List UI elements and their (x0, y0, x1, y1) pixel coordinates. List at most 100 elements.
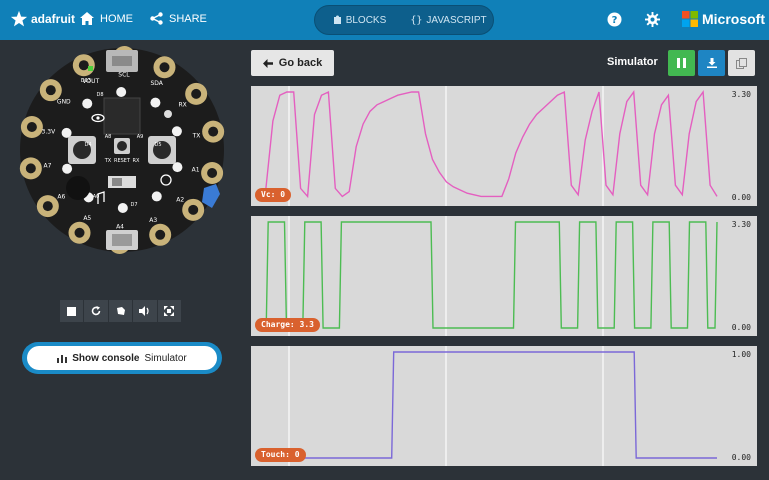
mute-icon (139, 306, 150, 316)
braces-icon: {} (410, 14, 423, 26)
chart-series-line (259, 351, 717, 459)
copy-icon (736, 57, 747, 69)
chart-touch-plot (259, 346, 717, 466)
pin-label: GND (57, 99, 71, 106)
stop-button[interactable] (60, 300, 84, 322)
neopixel-led (151, 191, 162, 202)
blocks-tab[interactable]: BLOCKS (315, 6, 404, 34)
mute-button[interactable] (133, 300, 157, 322)
circuit-playground-board[interactable]: D13D8D4 D5A8 A9RESETTX RXA0D7 A1A2A3A4A5A6A… (18, 46, 226, 254)
speaker (66, 176, 90, 200)
simulator-panel: D13 D8 D4 D5 A8 A9 RESET TX RX A0 D7 A1 A2 A3 A4 A5 A6 A… (0, 40, 240, 480)
chart-series-line (258, 90, 718, 199)
pin-label: A2 (176, 196, 184, 203)
chart-vc-ymax: 3.30 (731, 90, 751, 99)
pause-button[interactable] (668, 50, 695, 76)
chart-charge-ymax: 3.30 (731, 220, 751, 229)
blocks-label: BLOCKS (345, 14, 387, 26)
screenshot-button[interactable] (728, 50, 755, 76)
neopixel-led (116, 87, 127, 98)
pin-label: SCL (118, 72, 130, 79)
home-icon (80, 12, 94, 25)
neopixel-led (82, 98, 93, 109)
chart-touch: 1.00 0.00 Touch: 0 (251, 346, 757, 466)
download-button[interactable] (698, 50, 725, 76)
chart-series-line (259, 221, 718, 329)
chart-touch-ymax: 1.00 (731, 350, 751, 359)
top-bar: adafruit HOME SHARE BLOCKS {} JAVASCRIPT… (0, 0, 769, 40)
stop-icon (67, 306, 77, 316)
board-label: A9 (137, 134, 144, 140)
pin-label: A7 (44, 163, 52, 170)
chart-touch-badge: Touch: 0 (255, 448, 306, 462)
pin-label: VOUT (82, 78, 99, 85)
editor-toggle: BLOCKS {} JAVASCRIPT (314, 5, 494, 35)
power-led (88, 66, 93, 71)
board-label: A0 (93, 194, 100, 200)
debug-icon (116, 307, 125, 315)
show-console-label: Show console (72, 352, 140, 364)
share-icon (150, 12, 163, 25)
pin-label: A6 (57, 193, 65, 200)
neopixel-led (150, 97, 161, 108)
adafruit-logo[interactable]: adafruit (10, 10, 75, 28)
microsoft-link[interactable]: Microsoft (682, 11, 765, 27)
debug-button[interactable] (108, 300, 133, 322)
chart-charge-badge: Charge: 3.3 (255, 318, 320, 332)
brand-name: adafruit (31, 12, 76, 26)
pin-label: A3 (149, 217, 157, 224)
neopixel-led (171, 126, 182, 137)
board-label: D8 (96, 92, 103, 98)
serial-console-panel: Go back Simulator 3.30 0.00 Vc: 0 3.30 0… (240, 40, 769, 480)
pin-label: TX (192, 132, 201, 139)
board-label: D4 (84, 142, 91, 148)
restart-icon (91, 306, 101, 316)
chart-charge-ymin: 0.00 (731, 323, 751, 332)
board-label: D7 (130, 202, 137, 208)
pin-label: A1 (192, 166, 200, 173)
pin-label: A5 (83, 215, 91, 222)
pin-label: A4 (116, 223, 124, 230)
neopixel-led (117, 202, 128, 213)
help-button[interactable]: ? (606, 11, 622, 27)
bar-chart-icon (57, 354, 68, 363)
restart-button[interactable] (84, 300, 108, 322)
star-logo-icon (10, 10, 28, 27)
share-link[interactable]: SHARE (150, 12, 207, 25)
board-label: TX (104, 158, 112, 164)
chart-vc-plot (258, 86, 718, 206)
fullscreen-button[interactable] (157, 300, 182, 322)
board-label: RX (133, 158, 140, 164)
help-icon: ? (607, 12, 621, 26)
simulator-controls (60, 300, 182, 322)
settings-button[interactable] (644, 11, 660, 27)
simulator-title: Simulator (607, 56, 658, 68)
chart-vc-ymin: 0.00 (731, 193, 751, 202)
chart-charge: 3.30 0.00 Charge: 3.3 (251, 216, 757, 336)
board-label: D5 (154, 142, 161, 148)
share-label: SHARE (169, 12, 207, 25)
arrow-left-icon (262, 58, 273, 68)
puzzle-icon (333, 15, 341, 24)
chart-charge-plot (259, 216, 718, 336)
board-label: A8 (105, 134, 112, 140)
simulator-label-inline: Simulator (144, 352, 187, 364)
go-back-label: Go back (278, 57, 323, 69)
pin-label: RX (178, 102, 186, 109)
home-link[interactable]: HOME (80, 12, 133, 25)
download-icon (706, 58, 717, 68)
pin-label: 3.3V (42, 129, 57, 136)
microcontroller-chip (103, 97, 141, 135)
javascript-label: JAVASCRIPT (426, 14, 487, 26)
gear-icon (644, 11, 660, 27)
chart-vc-badge: Vc: 0 (255, 188, 292, 202)
go-back-button[interactable]: Go back (251, 50, 334, 76)
home-label: HOME (100, 12, 133, 25)
show-console-button[interactable]: Show console Simulator (22, 342, 222, 374)
chart-vc: 3.30 0.00 Vc: 0 (251, 86, 757, 206)
microsoft-logo-icon (682, 11, 698, 27)
javascript-tab[interactable]: {} JAVASCRIPT (404, 6, 493, 34)
board-label: RESET (114, 158, 131, 164)
pause-icon (677, 58, 686, 68)
fullscreen-icon (164, 306, 175, 316)
